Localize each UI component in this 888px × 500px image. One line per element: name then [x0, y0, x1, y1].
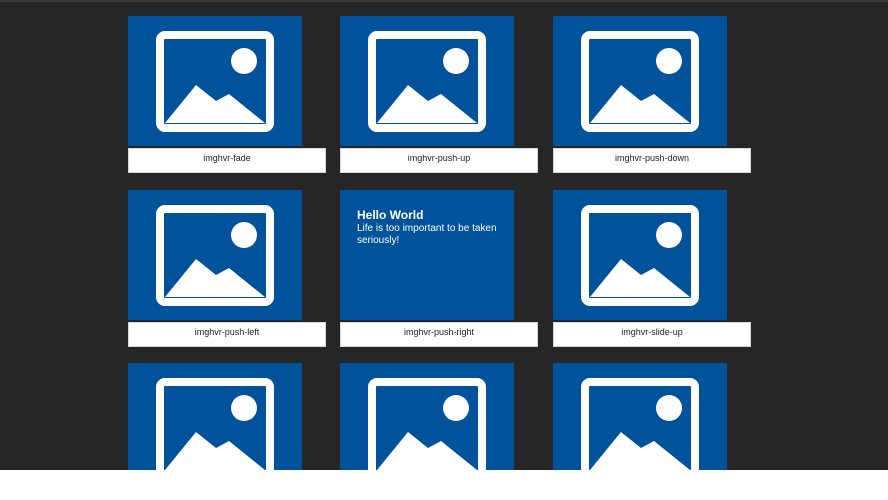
hover-title: Hello World [357, 208, 424, 222]
image-tile[interactable] [340, 16, 514, 146]
card-caption: imghvr-push-left [128, 322, 326, 347]
gallery-card[interactable] [128, 363, 328, 470]
image-tile[interactable] [128, 363, 302, 470]
gallery-card[interactable]: Hello World Life is too important to be … [340, 190, 540, 347]
image-icon [368, 378, 486, 470]
gallery-card[interactable]: imghvr-push-down [553, 16, 753, 173]
image-icon [156, 378, 274, 470]
gallery-stage: imghvr-fade imghvr-push-up imghvr-push-d… [0, 0, 888, 470]
image-tile[interactable] [128, 16, 302, 146]
card-caption: imghvr-slide-up [553, 322, 751, 347]
image-tile[interactable] [128, 190, 302, 320]
image-tile[interactable] [553, 190, 727, 320]
image-icon [156, 205, 274, 306]
image-tile[interactable] [340, 363, 514, 470]
image-icon [368, 31, 486, 132]
gallery-card[interactable]: imghvr-push-up [340, 16, 540, 173]
image-tile-hover[interactable]: Hello World Life is too important to be … [340, 190, 514, 320]
image-tile[interactable] [553, 363, 727, 470]
card-caption: imghvr-push-up [340, 148, 538, 173]
card-caption: imghvr-push-down [553, 148, 751, 173]
card-caption: imghvr-push-right [340, 322, 538, 347]
gallery-card[interactable]: imghvr-fade [128, 16, 328, 173]
image-icon [156, 31, 274, 132]
card-caption: imghvr-fade [128, 148, 326, 173]
gallery-card[interactable] [340, 363, 540, 470]
top-divider [0, 0, 888, 2]
image-tile[interactable] [553, 16, 727, 146]
image-icon [581, 378, 699, 470]
image-icon [581, 31, 699, 132]
gallery-card[interactable]: imghvr-slide-up [553, 190, 753, 347]
image-icon [581, 205, 699, 306]
hover-text: Life is too important to be taken seriou… [357, 223, 497, 246]
hover-overlay: Hello World Life is too important to be … [357, 208, 502, 247]
gallery-card[interactable] [553, 363, 753, 470]
gallery-card[interactable]: imghvr-push-left [128, 190, 328, 347]
